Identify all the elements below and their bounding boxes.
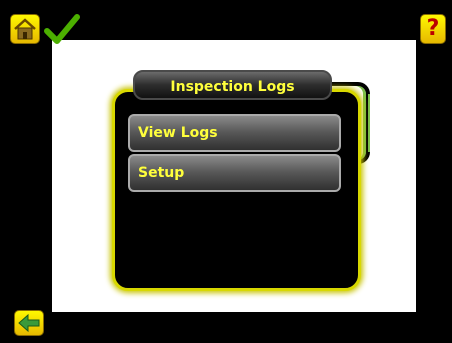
page-title: Inspection Logs [133,70,332,100]
checkmark-icon [44,14,80,44]
view-logs-button[interactable]: View Logs [128,114,341,152]
back-arrow-icon [18,313,40,333]
home-button[interactable] [10,14,40,44]
back-button[interactable] [14,310,44,336]
setup-button[interactable]: Setup [128,154,341,192]
help-icon: ? [426,16,440,41]
home-icon [14,18,36,40]
help-button[interactable]: ? [420,14,446,44]
